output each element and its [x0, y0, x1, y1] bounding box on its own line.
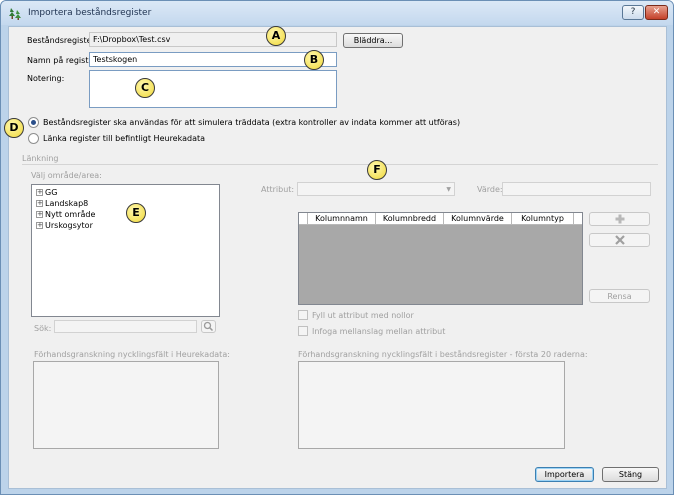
insert-spaces-checkbox[interactable]	[298, 326, 308, 336]
expand-icon[interactable]: +	[36, 211, 43, 218]
help-button[interactable]: ?	[622, 5, 644, 20]
close-window-button[interactable]: ✕	[645, 5, 668, 20]
expand-icon[interactable]: +	[36, 200, 43, 207]
heureka-preview-box	[33, 361, 219, 449]
chevron-down-icon: ▼	[446, 186, 451, 193]
search-icon	[203, 321, 214, 332]
window-title: Importera beståndsregister	[28, 8, 152, 18]
callout-e: E	[126, 203, 146, 223]
clear-button[interactable]: Rensa	[589, 289, 650, 303]
dialog-client-area: Beståndsregisterfil: F:\Dropbox\Test.csv…	[8, 26, 667, 489]
grid-header: Kolumnnamn Kolumnbredd Kolumnvärde Kolum…	[299, 213, 582, 225]
file-path-field[interactable]: F:\Dropbox\Test.csv	[89, 32, 337, 47]
tree-item[interactable]: + GG	[36, 188, 57, 197]
add-column-button[interactable]	[589, 212, 650, 226]
plus-icon	[615, 214, 624, 224]
import-button[interactable]: Importera	[535, 467, 594, 482]
callout-c: C	[135, 78, 155, 98]
tree-app-icon	[9, 8, 21, 20]
register-preview-box	[298, 361, 565, 449]
column-grid[interactable]: Kolumnnamn Kolumnbredd Kolumnvärde Kolum…	[298, 212, 583, 305]
callout-b: B	[304, 50, 324, 70]
area-label: Välj område/area:	[31, 171, 102, 180]
value-input[interactable]	[502, 182, 651, 196]
help-icon: ?	[630, 7, 636, 17]
tree-item[interactable]: + Nytt område	[36, 210, 95, 219]
fill-zeros-checkbox[interactable]	[298, 310, 308, 320]
column-header[interactable]: Kolumnbredd	[376, 213, 444, 225]
expand-icon[interactable]: +	[36, 189, 43, 196]
search-input[interactable]	[54, 320, 197, 333]
tree-item[interactable]: + Landskap8	[36, 199, 88, 208]
grid-row-header	[299, 213, 308, 225]
linking-section-label: Länkning	[22, 154, 59, 163]
delete-icon	[614, 235, 625, 245]
column-header[interactable]: Kolumnvärde	[444, 213, 512, 225]
register-preview-label: Förhandsgranskning nycklingsfält i bestå…	[298, 350, 588, 359]
title-bar[interactable]: Importera beståndsregister ? ✕	[1, 1, 673, 25]
callout-f: F	[367, 160, 387, 180]
note-textarea[interactable]	[89, 70, 337, 108]
heureka-preview-label: Förhandsgranskning nycklingsfält i Heure…	[34, 350, 230, 359]
callout-a: A	[266, 26, 286, 46]
area-tree[interactable]: + GG + Landskap8 + Nytt område + Urskogsytor	[31, 184, 220, 317]
insert-spaces-label[interactable]: Infoga mellanslag mellan attribut	[312, 327, 445, 336]
column-header[interactable]: Kolumnnamn	[308, 213, 376, 225]
link-radio[interactable]	[28, 133, 39, 144]
tree-item[interactable]: + Urskogsytor	[36, 221, 93, 230]
link-radio-label[interactable]: Länka register till befintligt Heurekada…	[43, 134, 205, 143]
column-header[interactable]: Kolumntyp	[512, 213, 574, 225]
linking-divider	[22, 164, 658, 165]
expand-icon[interactable]: +	[36, 222, 43, 229]
remove-column-button[interactable]	[589, 233, 650, 247]
callout-d: D	[4, 118, 24, 138]
close-button[interactable]: Stäng	[602, 467, 659, 482]
search-button[interactable]	[201, 320, 216, 333]
import-dialog-window: Importera beståndsregister ? ✕ Beståndsr…	[0, 0, 674, 495]
attribute-select[interactable]: ▼	[297, 182, 455, 196]
close-icon: ✕	[652, 7, 661, 17]
value-label: Värde:	[477, 185, 503, 194]
note-label: Notering:	[27, 74, 65, 83]
simulate-radio-label[interactable]: Beståndsregister ska användas för att si…	[43, 118, 460, 127]
fill-zeros-label[interactable]: Fyll ut attribut med nollor	[312, 311, 414, 320]
simulate-radio[interactable]	[28, 117, 39, 128]
search-label: Sök:	[34, 324, 52, 333]
register-name-input[interactable]: Testskogen	[89, 52, 337, 67]
attribute-label: Attribut:	[261, 185, 295, 194]
browse-button[interactable]: Bläddra...	[343, 33, 403, 48]
